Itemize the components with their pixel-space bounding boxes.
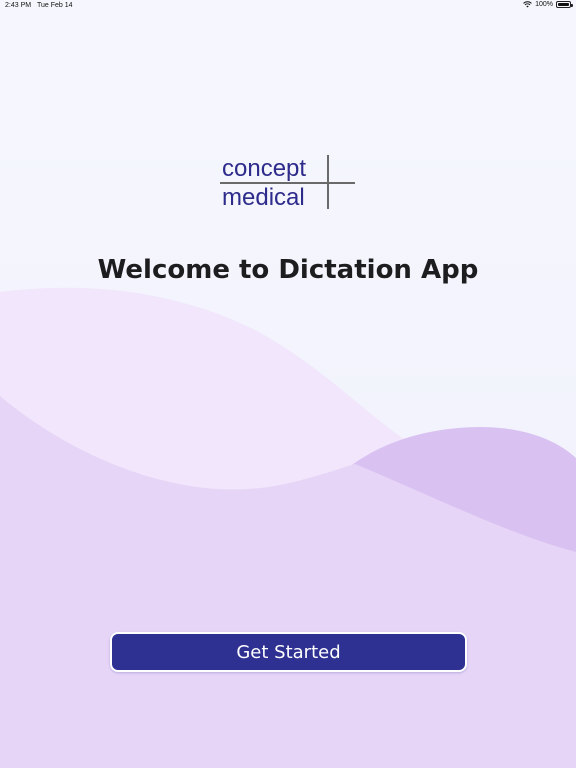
logo-cross-vertical — [327, 155, 329, 209]
status-time: 2:43 PM — [5, 2, 32, 9]
battery-percentage: 100% — [535, 1, 553, 8]
status-right-group: 100% — [523, 1, 573, 8]
logo-text-medical: medical — [222, 184, 305, 211]
get-started-button[interactable]: Get Started — [110, 632, 467, 672]
battery-icon — [556, 1, 573, 8]
status-date: Tue Feb 14 — [37, 2, 73, 9]
get-started-label: Get Started — [236, 641, 341, 663]
status-bar: 2:43 PM Tue Feb 14 100% — [0, 0, 576, 14]
wifi-icon — [523, 1, 532, 8]
welcome-screen: 2:43 PM Tue Feb 14 100% concept medical … — [0, 0, 576, 768]
concept-medical-logo: concept medical — [220, 155, 360, 213]
logo-text-concept: concept — [222, 155, 307, 182]
welcome-title: Welcome to Dictation App — [97, 255, 479, 285]
